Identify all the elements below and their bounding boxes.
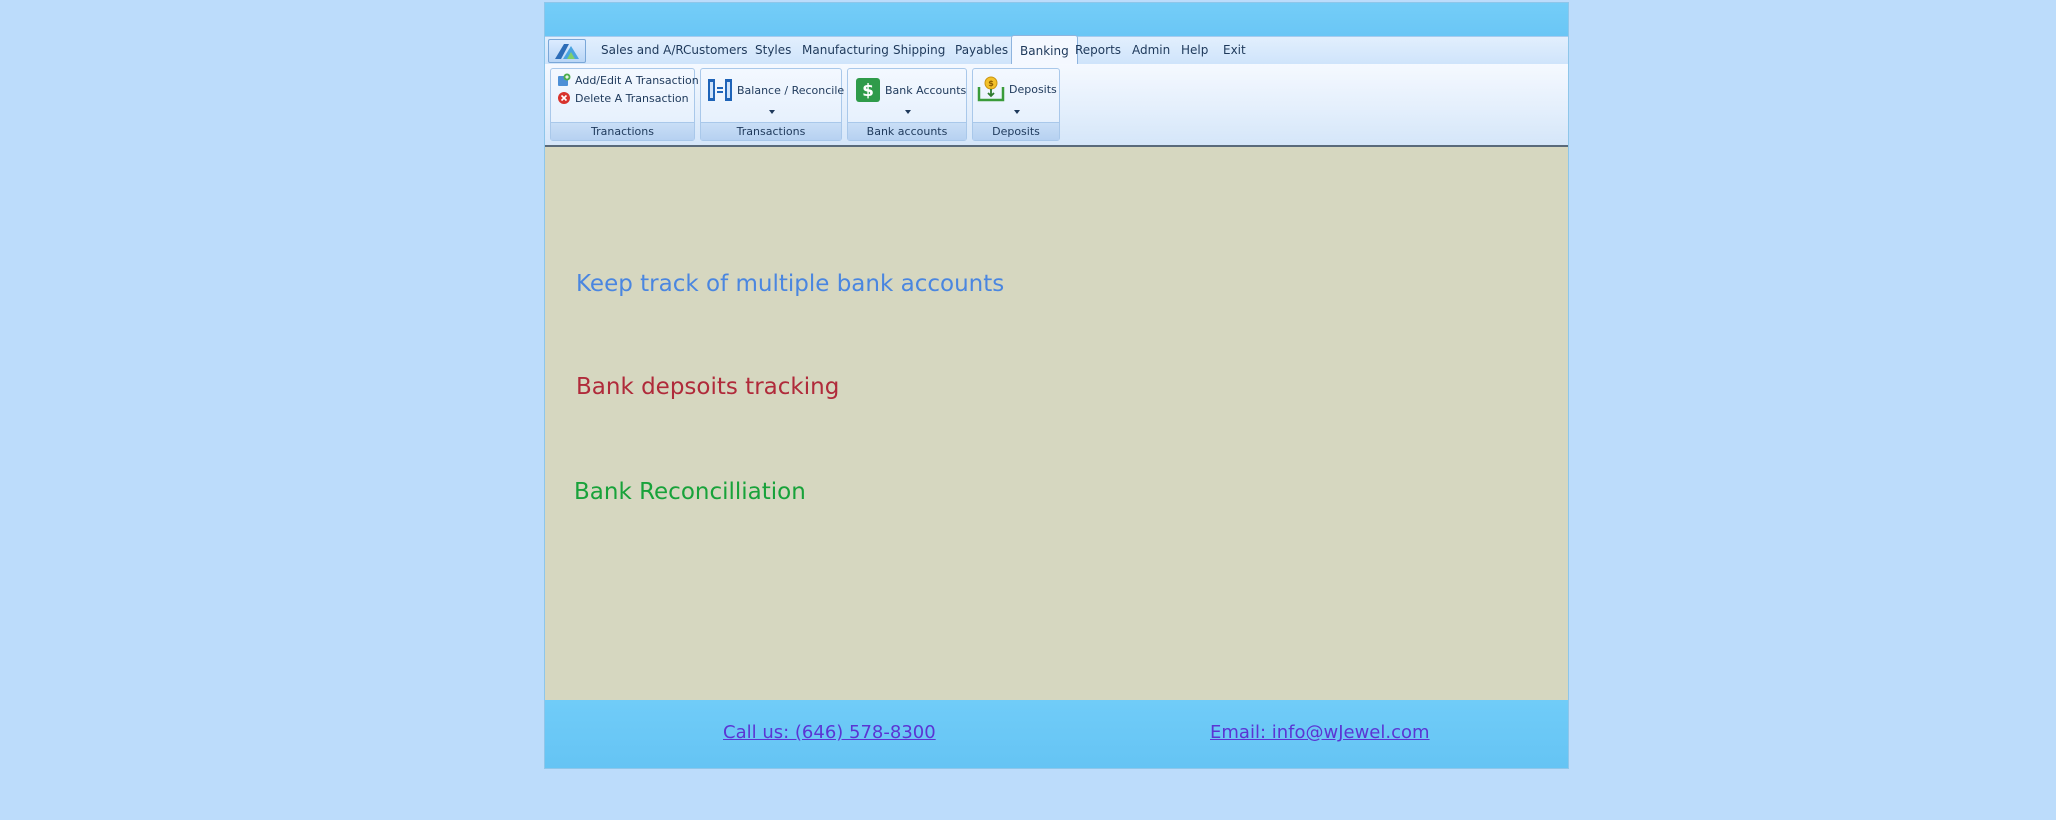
- menu-payables[interactable]: Payables: [947, 37, 1016, 64]
- group-label-deposits: Deposits: [973, 122, 1059, 140]
- group-label-transactions: Transactions: [701, 122, 841, 140]
- dollar-icon: $: [856, 78, 880, 102]
- delete-icon: [558, 92, 570, 104]
- deposit-icon: $: [977, 76, 1005, 102]
- balance-reconcile-button[interactable]: Balance / Reconcile: [707, 77, 844, 103]
- chevron-down-icon[interactable]: [769, 110, 775, 114]
- feature-reconciliation: Bank Reconcilliation: [574, 479, 806, 505]
- ribbon-group-deposits: $ Deposits Deposits: [972, 68, 1060, 141]
- bank-accounts-label: Bank Accounts: [885, 83, 967, 97]
- app-menu-button[interactable]: [548, 39, 586, 63]
- delete-transaction-button[interactable]: Delete A Transaction: [557, 91, 689, 105]
- group-label-tranactions: Tranactions: [551, 122, 694, 140]
- balance-reconcile-label: Balance / Reconcile: [737, 83, 845, 97]
- add-edit-transaction-button[interactable]: Add/Edit A Transaction: [557, 73, 699, 87]
- deposits-button[interactable]: $ Deposits: [977, 75, 1057, 103]
- menu-manufacturing[interactable]: Manufacturing: [794, 37, 897, 64]
- phone-link[interactable]: Call us: (646) 578-8300: [723, 722, 936, 743]
- menu-exit[interactable]: Exit: [1215, 37, 1254, 64]
- menu-styles[interactable]: Styles: [747, 37, 799, 64]
- chevron-down-icon[interactable]: [1014, 110, 1020, 114]
- chevron-down-icon[interactable]: [905, 110, 911, 114]
- feature-multiple-accounts: Keep track of multiple bank accounts: [576, 271, 1005, 297]
- app-logo-icon: [555, 44, 579, 59]
- deposits-label: Deposits: [1009, 82, 1057, 96]
- menu-shipping[interactable]: Shipping: [885, 37, 953, 64]
- content-area: Keep track of multiple bank accounts Ban…: [545, 147, 1568, 700]
- menu-customers[interactable]: Customers: [675, 37, 756, 64]
- svg-text:$: $: [862, 81, 874, 101]
- email-link[interactable]: Email: info@wJewel.com: [1210, 722, 1430, 743]
- header-band: [545, 3, 1568, 36]
- ribbon-group-tranactions: Add/Edit A Transaction Delete A Transact…: [550, 68, 699, 141]
- app-window: Sales and A/R Customers Styles Manufactu…: [544, 2, 1569, 769]
- footer: Call us: (646) 578-8300 Email: info@wJew…: [545, 700, 1568, 768]
- menu-bar: Sales and A/R Customers Styles Manufactu…: [545, 35, 1568, 65]
- feature-deposits-tracking: Bank depsoits tracking: [576, 374, 840, 400]
- ribbon-group-bank-accounts: $ Bank Accounts Bank accounts: [847, 68, 967, 141]
- balance-reconcile-icon: [708, 79, 732, 101]
- ribbon: Add/Edit A Transaction Delete A Transact…: [545, 64, 1568, 147]
- menu-reports[interactable]: Reports: [1067, 37, 1129, 64]
- bank-accounts-button[interactable]: $ Bank Accounts: [855, 77, 966, 103]
- menu-help[interactable]: Help: [1173, 37, 1216, 64]
- group-label-bank-accounts: Bank accounts: [848, 122, 966, 140]
- svg-text:$: $: [988, 79, 994, 88]
- menu-admin[interactable]: Admin: [1124, 37, 1178, 64]
- add-edit-transaction-label: Add/Edit A Transaction: [575, 73, 699, 87]
- delete-transaction-label: Delete A Transaction: [575, 91, 689, 105]
- ribbon-group-transactions: Balance / Reconcile Transactions: [700, 68, 844, 141]
- add-edit-transaction-icon: [558, 73, 571, 86]
